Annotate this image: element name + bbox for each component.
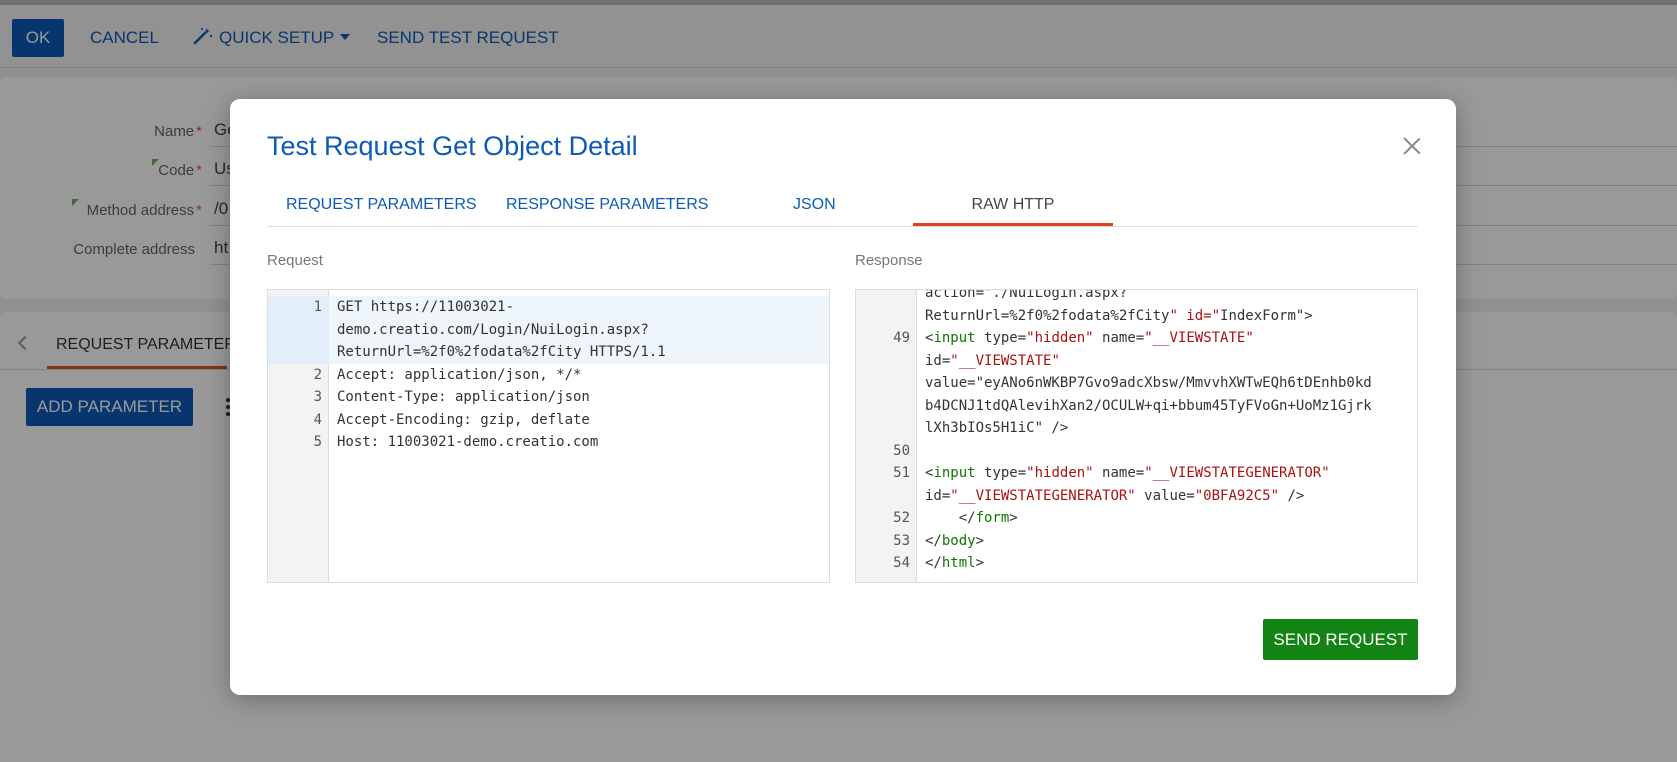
divider	[267, 226, 1418, 227]
line-number: 53	[893, 532, 910, 549]
test-request-dialog: Test Request Get Object Detail REQUEST P…	[230, 99, 1456, 695]
line-number: 54	[893, 555, 910, 571]
code-text: Host: 11003021-demo.creatio.com	[337, 434, 599, 450]
tab-json[interactable]: JSON	[793, 196, 836, 214]
code-text: Accept-Encoding: gzip, deflate	[337, 411, 590, 428]
code-line: 49 <input type="hidden" name="__VIEWSTATE…	[856, 327, 1417, 350]
line-number	[856, 350, 910, 373]
code-line: 50	[856, 440, 1417, 463]
line-number: 50	[893, 442, 910, 459]
code-text: </body>	[925, 532, 985, 549]
line-number	[856, 417, 910, 440]
code-line: 2 Accept: application/json, */*	[268, 364, 829, 387]
code-text: action="./NuiLogin.aspx?	[925, 289, 1128, 301]
line-number: 4	[313, 411, 322, 428]
code-text: id="__VIEWSTATE"	[925, 352, 1060, 369]
code-line: 51 <input type="hidden" name="__VIEWSTATE…	[856, 462, 1417, 485]
code-line: 3 Content-Type: application/json	[268, 386, 829, 409]
code-line: 1 GET https://11003021- demo.creatio.com/…	[268, 296, 829, 364]
code-line: ReturnUrl=%2f0%2fodata%2fCity" id="Index…	[856, 305, 1417, 328]
close-icon[interactable]	[1403, 137, 1421, 155]
code-text: <input type="hidden" name="__VIEWSTATEGE…	[925, 465, 1330, 481]
line-number: 3	[313, 389, 322, 405]
code-line: 52 </form>	[856, 507, 1417, 530]
line-number: 49	[893, 330, 910, 346]
code-line: 54 </html>	[856, 552, 1417, 575]
tab-response-parameters[interactable]: RESPONSE PARAMETERS	[506, 196, 708, 214]
line-number: 2	[313, 366, 322, 383]
code-line: id="__VIEWSTATEGENERATOR" value="0BFA92C…	[856, 485, 1417, 508]
request-code-viewer[interactable]: 1 GET https://11003021- demo.creatio.com/…	[267, 289, 830, 583]
line-number: 5	[313, 434, 322, 450]
line-number	[856, 395, 910, 418]
code-text: value="eyANo6nWKBP7Gvo9adcXbsw/MmvvhXWTw…	[925, 375, 1372, 391]
line-number	[856, 305, 910, 328]
line-number: 51	[893, 465, 910, 481]
line-number: 52	[893, 510, 910, 526]
code-line: 5 Host: 11003021-demo.creatio.com	[268, 431, 829, 454]
line-number	[856, 372, 910, 395]
code-text: Accept: application/json, */*	[337, 366, 582, 383]
code-line: 53 </body>	[856, 530, 1417, 553]
code-text: </form>	[925, 510, 1018, 526]
line-number: 1	[268, 296, 329, 364]
code-text: id="__VIEWSTATEGENERATOR" value="0BFA92C…	[925, 487, 1305, 504]
code-line: b4DCNJ1tdQAlevihXan2/OCULW+qi+bbum45TyFV…	[856, 395, 1417, 418]
response-code-viewer[interactable]: action="./NuiLogin.aspx? ReturnUrl=%2f0%2…	[855, 289, 1418, 583]
request-label: Request	[267, 252, 323, 269]
code-line: id="__VIEWSTATE"	[856, 350, 1417, 373]
code-text: <input type="hidden" name="__VIEWSTATE"	[925, 330, 1254, 346]
send-request-button[interactable]: SEND REQUEST	[1263, 619, 1418, 660]
code-text: GET https://11003021- demo.creatio.com/L…	[337, 299, 666, 360]
code-line: value="eyANo6nWKBP7Gvo9adcXbsw/MmvvhXWTw…	[856, 372, 1417, 395]
code-text: b4DCNJ1tdQAlevihXan2/OCULW+qi+bbum45TyFV…	[925, 397, 1372, 414]
tab-request-parameters[interactable]: REQUEST PARAMETERS	[286, 196, 477, 214]
code-text: Content-Type: application/json	[337, 389, 590, 405]
code-line: action="./NuiLogin.aspx?	[856, 289, 1417, 305]
code-text: </html>	[925, 555, 985, 571]
code-line: lXh3bIOs5H1iC" />	[856, 417, 1417, 440]
tab-raw-http[interactable]: RAW HTTP	[913, 196, 1113, 214]
code-line: 4 Accept-Encoding: gzip, deflate	[268, 409, 829, 432]
response-label: Response	[855, 252, 923, 269]
line-number	[856, 290, 910, 305]
line-number	[856, 485, 910, 508]
code-text: lXh3bIOs5H1iC" />	[925, 420, 1069, 436]
dialog-title: Test Request Get Object Detail	[267, 131, 638, 161]
code-text: ReturnUrl=%2f0%2fodata%2fCity" id="Index…	[925, 307, 1313, 324]
